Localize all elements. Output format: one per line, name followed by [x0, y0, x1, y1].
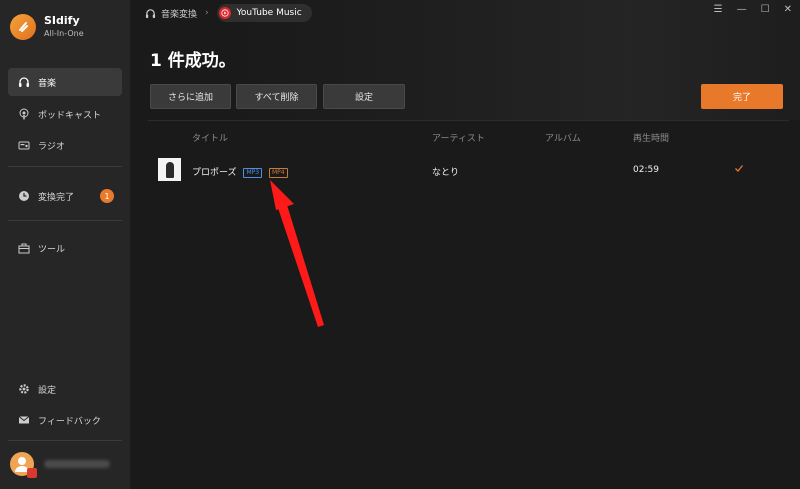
track-duration: 02:59 — [633, 165, 659, 175]
main-panel: 音楽変換 › YouTube Music ☰ — ☐ ✕ 1 件成功。 さらに追… — [131, 0, 800, 489]
radio-icon — [18, 139, 30, 151]
format-tag-mp3: MP3 — [243, 168, 263, 178]
maximize-icon[interactable]: ☐ — [761, 4, 770, 15]
mail-icon — [18, 414, 30, 426]
sidebar-item-label: 音楽 — [38, 78, 57, 89]
sidebar-item-label: ツール — [38, 244, 66, 255]
source-pill[interactable]: YouTube Music — [216, 4, 312, 22]
sidebar-item-converted[interactable]: 変換完了 1 — [8, 182, 122, 210]
table-row[interactable]: プロポーズ MP3 MP4 なとり 02:59 — [148, 152, 789, 188]
sidebar-item-label: ラジオ — [38, 141, 65, 152]
sidebar-item-label: 設定 — [38, 385, 57, 396]
column-duration: 再生時間 — [633, 134, 670, 144]
column-title: タイトル — [192, 134, 229, 144]
avatar[interactable] — [10, 452, 37, 478]
breadcrumb: 音楽変換 › YouTube Music — [145, 4, 312, 22]
app-name: SIdify — [44, 14, 80, 27]
app-subtitle: All-In-One — [44, 29, 84, 38]
table-header: タイトル アーティスト アルバム 再生時間 — [148, 120, 789, 146]
sidebar-item-settings[interactable]: 設定 — [8, 375, 122, 403]
brand: SIdify All-In-One — [10, 14, 84, 40]
sidebar-item-tools[interactable]: ツール — [8, 234, 122, 262]
headphones-icon — [18, 76, 30, 88]
username-blurred — [44, 460, 110, 468]
add-more-button[interactable]: さらに追加 — [150, 84, 231, 109]
sidebar-item-label: ポッドキャスト — [38, 110, 102, 121]
window-controls: ☰ — ☐ ✕ — [714, 4, 792, 15]
track-artist: なとり — [432, 168, 460, 178]
divider — [8, 166, 122, 167]
column-artist: アーティスト — [432, 134, 485, 144]
close-icon[interactable]: ✕ — [784, 4, 792, 15]
sidebar-item-podcast[interactable]: ポッドキャスト — [8, 100, 122, 128]
toolbox-icon — [18, 242, 30, 254]
sidebar-item-label: 変換完了 — [38, 192, 75, 203]
sidebar-item-music[interactable]: 音楽 — [8, 68, 122, 96]
format-tag-mp4: MP4 — [268, 168, 288, 178]
sidebar-item-label: フィードバック — [38, 416, 101, 427]
column-album: アルバム — [545, 134, 581, 144]
track-artwork — [158, 158, 181, 181]
sidebar-item-feedback[interactable]: フィードバック — [8, 406, 122, 434]
podcast-icon — [18, 108, 30, 120]
settings-button[interactable]: 設定 — [323, 84, 405, 109]
delete-all-button[interactable]: すべて削除 — [236, 84, 317, 109]
converted-count-badge: 1 — [100, 189, 114, 203]
divider — [8, 440, 122, 441]
done-button[interactable]: 完了 — [701, 84, 783, 109]
chevron-right-icon: › — [205, 8, 209, 18]
menu-icon[interactable]: ☰ — [714, 4, 723, 15]
clock-icon — [18, 190, 30, 202]
gear-icon — [18, 383, 30, 395]
sidebar-item-radio[interactable]: ラジオ — [8, 131, 122, 159]
premium-badge-icon — [27, 468, 37, 478]
track-title: プロポーズ — [192, 168, 237, 178]
track-title-cell: プロポーズ MP3 MP4 — [192, 165, 288, 178]
youtube-music-icon — [218, 7, 231, 19]
check-icon — [734, 163, 744, 176]
minimize-icon[interactable]: — — [737, 4, 747, 15]
headphones-icon — [145, 7, 157, 19]
breadcrumb-parent[interactable]: 音楽変換 — [161, 7, 197, 20]
app-logo-icon — [10, 14, 36, 40]
breadcrumb-current: YouTube Music — [236, 8, 302, 18]
sidebar: SIdify All-In-One 音楽 ポッドキャスト ラジオ 変換完了 1 — [0, 0, 131, 489]
user-account[interactable] — [10, 452, 110, 478]
divider — [8, 220, 122, 221]
page-title: 1 件成功。 — [150, 51, 236, 71]
